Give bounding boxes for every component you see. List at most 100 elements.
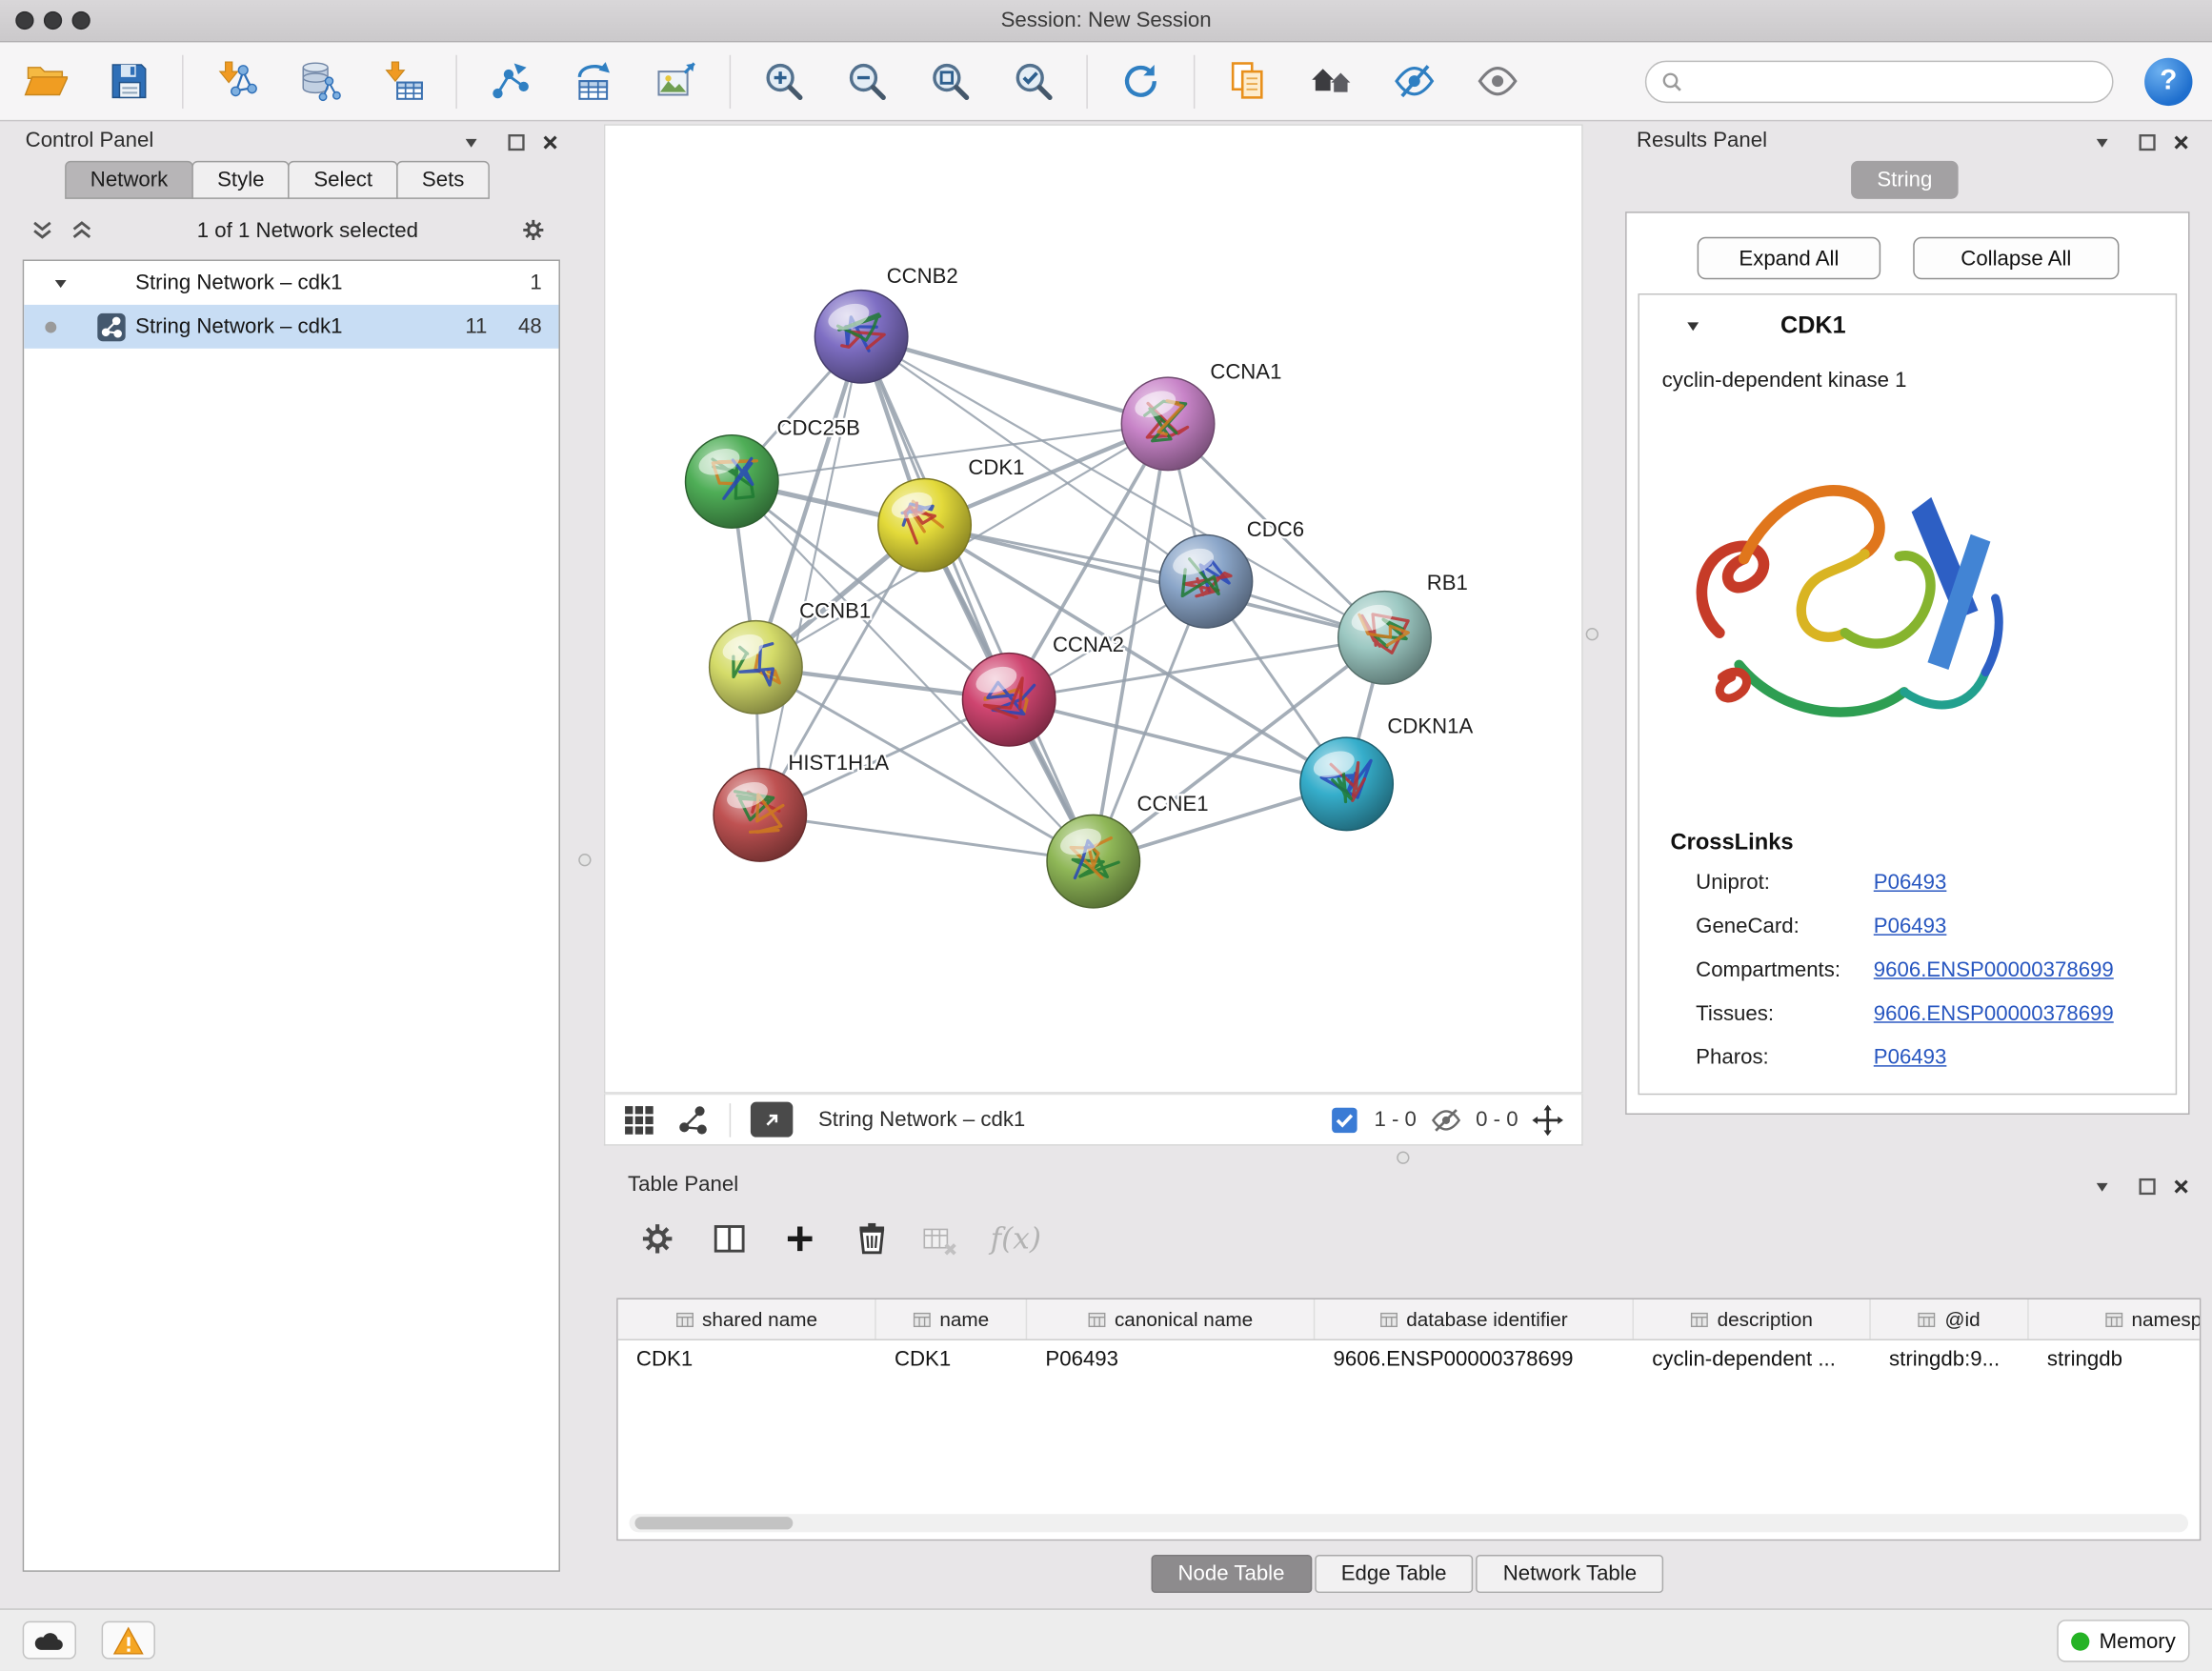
- expand-all-tree-icon[interactable]: [68, 216, 96, 245]
- help-button[interactable]: ?: [2144, 57, 2192, 105]
- hidden-eye-icon[interactable]: [1429, 1102, 1463, 1137]
- horizontal-scrollbar[interactable]: [630, 1514, 2189, 1532]
- collapse-all-button[interactable]: Collapse All: [1913, 237, 2119, 279]
- cell-name[interactable]: CDK1: [876, 1340, 1027, 1379]
- cell-namespace[interactable]: stringdb: [2029, 1340, 2202, 1379]
- network-node-cdkn1a[interactable]: [1300, 737, 1393, 830]
- toolbar-search[interactable]: [1645, 60, 2114, 102]
- show-hidden-button[interactable]: [1472, 55, 1522, 106]
- network-node-ccna1[interactable]: [1121, 377, 1214, 470]
- table-row[interactable]: CDK1 CDK1 P06493 9606.ENSP00000378699 cy…: [618, 1340, 2200, 1379]
- network-node-hist1h1a[interactable]: [714, 769, 806, 861]
- compartments-link[interactable]: 9606.ENSP00000378699: [1874, 958, 2114, 982]
- gear-icon[interactable]: [519, 216, 548, 245]
- show-columns-button[interactable]: [710, 1219, 749, 1258]
- column-header-canonical-name[interactable]: canonical name: [1027, 1299, 1315, 1339]
- results-close-icon[interactable]: [2170, 131, 2193, 154]
- network-node-rb1[interactable]: [1338, 592, 1431, 684]
- memory-button[interactable]: Memory: [2057, 1620, 2189, 1661]
- import-network-file-button[interactable]: [211, 55, 261, 106]
- control-float-icon[interactable]: [505, 131, 528, 154]
- uniprot-link[interactable]: P06493: [1874, 871, 1947, 895]
- zoom-in-button[interactable]: [757, 55, 808, 106]
- network-edge[interactable]: [760, 815, 1094, 861]
- add-column-button[interactable]: [780, 1219, 819, 1258]
- new-network-button[interactable]: [484, 55, 534, 106]
- control-collapse-icon[interactable]: [460, 131, 483, 154]
- network-node-cdc25b[interactable]: [686, 435, 778, 528]
- splitter-handle-right[interactable]: [1586, 628, 1599, 640]
- network-from-table-button[interactable]: [567, 55, 617, 106]
- network-node-ccne1[interactable]: [1047, 815, 1139, 907]
- zoom-fit-button[interactable]: [924, 55, 975, 106]
- network-node-ccnb2[interactable]: [814, 291, 907, 383]
- network-node-cdc6[interactable]: [1159, 535, 1252, 628]
- table-float-icon[interactable]: [2136, 1176, 2159, 1198]
- zoom-selected-button[interactable]: [1007, 55, 1057, 106]
- collapse-all-tree-icon[interactable]: [29, 216, 57, 245]
- fit-content-icon[interactable]: [1531, 1102, 1565, 1137]
- protein-collapse-icon[interactable]: [1681, 314, 1704, 337]
- network-edge[interactable]: [861, 336, 1094, 861]
- splitter-handle-left[interactable]: [578, 854, 591, 866]
- tab-network[interactable]: Network: [65, 161, 193, 199]
- birdseye-grid-icon[interactable]: [622, 1102, 656, 1137]
- network-canvas[interactable]: CCNB2CCNA1CDC25BCDK1CDC6RB1CCNB1CCNA2CDK…: [604, 124, 1583, 1093]
- cell-canonical-name[interactable]: P06493: [1027, 1340, 1315, 1379]
- cloud-button[interactable]: [23, 1621, 76, 1660]
- network-graph[interactable]: CCNB2CCNA1CDC25BCDK1CDC6RB1CCNB1CCNA2CDK…: [605, 126, 1581, 1092]
- hide-selected-button[interactable]: [1388, 55, 1438, 106]
- column-header-id[interactable]: @id: [1871, 1299, 2029, 1339]
- export-image-button[interactable]: [651, 55, 701, 106]
- pharos-link[interactable]: P06493: [1874, 1045, 1947, 1069]
- detach-view-button[interactable]: [751, 1102, 793, 1137]
- home-button[interactable]: [1305, 55, 1356, 106]
- tab-select[interactable]: Select: [289, 161, 398, 199]
- zoom-out-button[interactable]: [841, 55, 892, 106]
- network-overview-icon[interactable]: [675, 1102, 710, 1137]
- column-header-name[interactable]: name: [876, 1299, 1027, 1339]
- cell-database-identifier[interactable]: 9606.ENSP00000378699: [1315, 1340, 1634, 1379]
- tab-style[interactable]: Style: [191, 161, 290, 199]
- import-network-database-button[interactable]: [293, 55, 344, 106]
- network-node-ccnb1[interactable]: [710, 621, 802, 714]
- tab-network-table[interactable]: Network Table: [1477, 1555, 1664, 1593]
- save-session-button[interactable]: [103, 55, 153, 106]
- column-header-database-identifier[interactable]: database identifier: [1315, 1299, 1634, 1339]
- column-header-namespace[interactable]: namespace: [2029, 1299, 2202, 1339]
- results-collapse-icon[interactable]: [2091, 131, 2114, 154]
- control-close-icon[interactable]: [539, 131, 562, 154]
- tissues-link[interactable]: 9606.ENSP00000378699: [1874, 1002, 2114, 1026]
- import-table-button[interactable]: [376, 55, 427, 106]
- splitter-handle-bottom[interactable]: [1397, 1151, 1409, 1163]
- cell-id[interactable]: stringdb:9...: [1871, 1340, 2029, 1379]
- table-settings-button[interactable]: [637, 1219, 676, 1258]
- expand-all-button[interactable]: Expand All: [1698, 237, 1881, 279]
- network-edge[interactable]: [925, 525, 1385, 637]
- table-close-icon[interactable]: [2170, 1176, 2193, 1198]
- document-copy-button[interactable]: [1222, 55, 1273, 106]
- delete-column-button[interactable]: [853, 1219, 892, 1258]
- network-row[interactable]: String Network – cdk1 11 48: [24, 305, 558, 349]
- tab-node-table[interactable]: Node Table: [1151, 1555, 1311, 1593]
- open-session-button[interactable]: [20, 55, 70, 106]
- tab-edge-table[interactable]: Edge Table: [1315, 1555, 1474, 1593]
- tab-string[interactable]: String: [1851, 161, 1959, 199]
- network-edge[interactable]: [760, 336, 861, 815]
- network-node-ccna2[interactable]: [962, 654, 1055, 746]
- column-header-shared-name[interactable]: shared name: [618, 1299, 876, 1339]
- collection-expand-icon[interactable]: [52, 274, 70, 292]
- warnings-button[interactable]: [102, 1621, 155, 1660]
- column-header-description[interactable]: description: [1634, 1299, 1871, 1339]
- network-collection-row[interactable]: String Network – cdk1 1: [24, 261, 558, 305]
- network-node-cdk1[interactable]: [878, 478, 971, 571]
- table-collapse-icon[interactable]: [2091, 1176, 2114, 1198]
- search-input[interactable]: [1692, 70, 2099, 92]
- cell-description[interactable]: cyclin-dependent ...: [1634, 1340, 1871, 1379]
- results-float-icon[interactable]: [2136, 131, 2159, 154]
- cell-shared-name[interactable]: CDK1: [618, 1340, 876, 1379]
- genecard-link[interactable]: P06493: [1874, 915, 1947, 938]
- network-edge[interactable]: [861, 336, 1168, 424]
- tab-sets[interactable]: Sets: [396, 161, 490, 199]
- scrollbar-thumb[interactable]: [634, 1517, 793, 1529]
